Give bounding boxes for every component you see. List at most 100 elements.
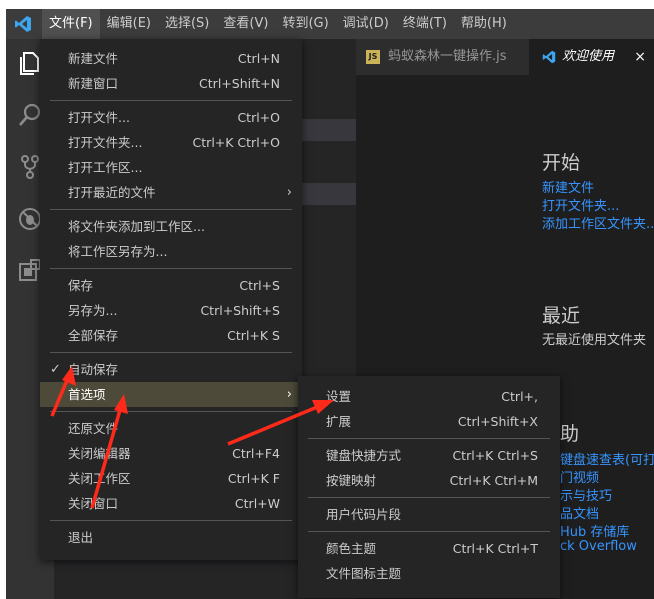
checkmark-icon: ✓ — [50, 362, 61, 377]
menu-item-shortcut: Ctrl+Shift+N — [199, 76, 280, 91]
menu-separator — [50, 100, 292, 101]
menu-selection[interactable]: 选择(S) — [158, 9, 216, 39]
menubar: 文件(F) 编辑(E) 选择(S) 查看(V) 转到(G) 调试(D) 终端(T… — [42, 9, 514, 39]
menu-file[interactable]: 文件(F) — [42, 9, 100, 39]
help-heading: 助 — [560, 423, 580, 445]
chevron-right-icon: › — [286, 387, 292, 402]
menu-view[interactable]: 查看(V) — [216, 9, 275, 39]
menu-item-label: 按键映射 — [326, 473, 377, 488]
menu-item-label: 打开文件... — [68, 110, 130, 125]
menu-item-label: 设置 — [326, 389, 352, 404]
menu-item-shortcut: Ctrl+K Ctrl+T — [452, 541, 538, 556]
editor-tabs: JS 蚂蚁森林一键操作.js 欢迎使用 × — [356, 39, 654, 75]
menu-item-shortcut: Ctrl+Shift+S — [200, 303, 280, 318]
menu-item-label: 用户代码片段 — [326, 507, 402, 522]
preferences-submenu: 设置 Ctrl+, 扩展 Ctrl+Shift+X 键盘快捷方式 Ctrl+K Ctr… — [298, 376, 560, 598]
menu-item-label: 另存为... — [68, 303, 118, 318]
menu-close-editor[interactable]: 关闭编辑器 Ctrl+F4 — [40, 441, 302, 466]
tab-label: 欢迎使用 — [562, 49, 615, 64]
menu-item-shortcut: Ctrl+F4 — [232, 446, 280, 461]
menu-color-theme[interactable]: 颜色主题 Ctrl+K Ctrl+T — [298, 536, 560, 561]
menu-add-folder-to-workspace[interactable]: 将文件夹添加到工作区... — [40, 214, 302, 239]
tab-js-file[interactable]: JS 蚂蚁森林一键操作.js — [356, 39, 530, 75]
menu-new-window[interactable]: 新建窗口 Ctrl+Shift+N — [40, 71, 302, 96]
menu-item-label: 将工作区另存为... — [68, 244, 168, 259]
menu-separator — [308, 438, 550, 439]
help-link[interactable]: 示与技巧 — [560, 485, 612, 504]
menu-item-label: 还原文件 — [68, 421, 119, 436]
menu-item-label: 新建窗口 — [68, 76, 119, 91]
menu-open-recent[interactable]: 打开最近的文件 › — [40, 180, 302, 205]
menu-item-shortcut: Ctrl+, — [501, 389, 538, 404]
chevron-right-icon: › — [286, 185, 292, 200]
recent-empty-text: 无最近使用文件夹 — [542, 333, 647, 348]
file-menu: 新建文件 Ctrl+N 新建窗口 Ctrl+Shift+N 打开文件... Ctrl+… — [40, 39, 302, 560]
menu-file-icon-theme[interactable]: 文件图标主题 — [298, 561, 560, 586]
menu-separator — [50, 268, 292, 269]
menu-debug[interactable]: 调试(D) — [336, 9, 396, 39]
open-folder-link[interactable]: 打开文件夹... — [542, 195, 619, 214]
menu-save-workspace-as[interactable]: 将工作区另存为... — [40, 239, 302, 264]
menu-save[interactable]: 保存 Ctrl+S — [40, 273, 302, 298]
menu-revert-file[interactable]: 还原文件 — [40, 416, 302, 441]
titlebar: 文件(F) 编辑(E) 选择(S) 查看(V) 转到(G) 调试(D) 终端(T… — [6, 9, 654, 39]
menu-item-shortcut: Ctrl+K F — [227, 471, 280, 486]
close-icon[interactable]: × — [634, 39, 646, 75]
menu-separator — [50, 411, 292, 412]
menu-item-label: 将文件夹添加到工作区... — [68, 219, 205, 234]
menu-help[interactable]: 帮助(H) — [454, 9, 514, 39]
menu-item-label: 打开文件夹... — [68, 135, 143, 150]
menu-item-label: 全部保存 — [68, 328, 119, 343]
menu-separator — [308, 531, 550, 532]
menu-open-workspace[interactable]: 打开工作区... — [40, 155, 302, 180]
menu-user-snippets[interactable]: 用户代码片段 — [298, 502, 560, 527]
menu-save-as[interactable]: 另存为... Ctrl+Shift+S — [40, 298, 302, 323]
menu-settings[interactable]: 设置 Ctrl+, — [298, 384, 560, 409]
menu-keyboard-shortcuts[interactable]: 键盘快捷方式 Ctrl+K Ctrl+S — [298, 443, 560, 468]
menu-close-workspace[interactable]: 关闭工作区 Ctrl+K F — [40, 466, 302, 491]
menu-item-label: 关闭工作区 — [68, 471, 131, 486]
menu-auto-save[interactable]: ✓ 自动保存 — [40, 357, 302, 382]
help-link[interactable]: 键盘速查表(可打印 — [560, 449, 654, 468]
menu-item-label: 新建文件 — [68, 51, 119, 66]
help-link[interactable]: 品文档 — [560, 503, 599, 522]
start-heading: 开始 — [542, 152, 581, 174]
menu-item-label: 颜色主题 — [326, 541, 377, 556]
menu-save-all[interactable]: 全部保存 Ctrl+K S — [40, 323, 302, 348]
menu-open-file[interactable]: 打开文件... Ctrl+O — [40, 105, 302, 130]
tab-label: 蚂蚁森林一键操作.js — [388, 49, 507, 64]
menu-separator — [50, 209, 292, 210]
menu-close-window[interactable]: 关闭窗口 Ctrl+W — [40, 491, 302, 516]
menu-edit[interactable]: 编辑(E) — [100, 9, 158, 39]
menu-separator — [50, 520, 292, 521]
menu-item-label: 打开工作区... — [68, 160, 143, 175]
menu-item-shortcut: Ctrl+K Ctrl+M — [449, 473, 538, 488]
menu-item-shortcut: Ctrl+Shift+X — [457, 414, 538, 429]
help-link[interactable]: 门视频 — [560, 467, 599, 486]
menu-keymaps[interactable]: 按键映射 Ctrl+K Ctrl+M — [298, 468, 560, 493]
add-workspace-folder-link[interactable]: 添加工作区文件夹... — [542, 213, 654, 232]
menu-item-label: 保存 — [68, 278, 94, 293]
menu-item-label: 文件图标主题 — [326, 566, 402, 581]
menu-item-shortcut: Ctrl+S — [239, 278, 280, 293]
menu-item-label: 键盘快捷方式 — [326, 448, 402, 463]
help-link[interactable]: ck Overflow — [560, 539, 637, 554]
new-file-link[interactable]: 新建文件 — [542, 177, 594, 196]
menu-item-shortcut: Ctrl+W — [234, 496, 280, 511]
menu-item-label: 扩展 — [326, 414, 352, 429]
menu-item-shortcut: Ctrl+K S — [227, 328, 280, 343]
menu-go[interactable]: 转到(G) — [275, 9, 335, 39]
menu-open-folder[interactable]: 打开文件夹... Ctrl+K Ctrl+O — [40, 130, 302, 155]
menu-terminal[interactable]: 终端(T) — [396, 9, 454, 39]
vscode-logo-icon — [15, 16, 31, 32]
menu-preferences[interactable]: 首选项 › — [40, 382, 302, 407]
menu-extensions[interactable]: 扩展 Ctrl+Shift+X — [298, 409, 560, 434]
menu-item-shortcut: Ctrl+O — [237, 110, 280, 125]
menu-exit[interactable]: 退出 — [40, 525, 302, 550]
menu-item-label: 退出 — [68, 530, 94, 545]
menu-item-label: 关闭窗口 — [68, 496, 119, 511]
menu-new-file[interactable]: 新建文件 Ctrl+N — [40, 46, 302, 71]
tab-welcome[interactable]: 欢迎使用 × — [530, 39, 654, 75]
js-file-icon: JS — [366, 50, 380, 64]
help-link[interactable]: Hub 存储库 — [560, 521, 629, 540]
